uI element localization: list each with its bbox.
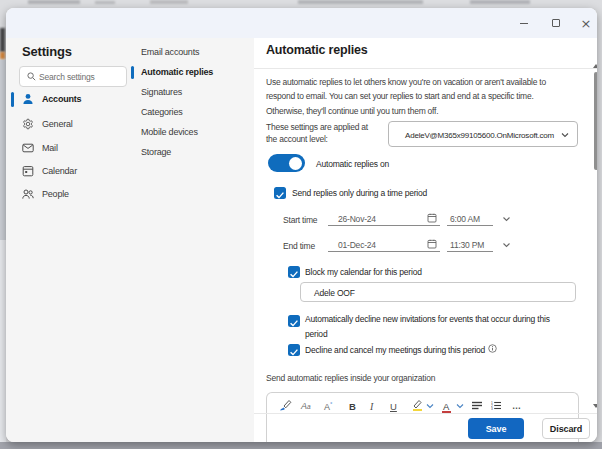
font-color-chevron-icon[interactable] bbox=[456, 403, 464, 409]
end-time-chevron-icon[interactable] bbox=[502, 242, 511, 248]
search-icon bbox=[27, 72, 36, 81]
start-time-field[interactable]: 6:00 AM bbox=[447, 208, 493, 226]
divider bbox=[254, 68, 597, 69]
end-date-field[interactable]: 01-Dec-24 bbox=[328, 234, 440, 252]
inside-org-label: Send automatic replies inside your organ… bbox=[266, 373, 435, 383]
automatic-replies-panel: Automatic replies Use automatic replies … bbox=[254, 38, 597, 442]
chevron-down-icon bbox=[561, 132, 569, 138]
selected-indicator bbox=[11, 92, 14, 107]
background-fragment bbox=[28, 0, 80, 4]
page-title: Automatic replies bbox=[266, 43, 368, 57]
subnav-item-categories[interactable]: Categories bbox=[125, 103, 254, 123]
person-icon bbox=[22, 93, 34, 105]
auto-decline-label: Automatically decline new invitations fo… bbox=[305, 312, 562, 341]
decline-cancel-label: Decline and cancel my meetings during th… bbox=[305, 345, 485, 355]
underline-icon[interactable]: U bbox=[390, 401, 397, 412]
titlebar: × bbox=[6, 8, 597, 38]
subnav-item-signatures[interactable]: Signatures bbox=[125, 83, 254, 103]
font-icon[interactable]: Aa bbox=[301, 401, 311, 411]
bulleted-list-icon[interactable] bbox=[472, 401, 482, 410]
scrollbar-up-arrow[interactable] bbox=[593, 64, 597, 68]
maximize-button[interactable] bbox=[549, 17, 563, 29]
calendar-icon[interactable] bbox=[427, 213, 437, 223]
start-time-chevron-icon[interactable] bbox=[502, 216, 511, 222]
font-size-icon[interactable]: A° bbox=[324, 401, 332, 412]
subnav-item-mobile-devices[interactable]: Mobile devices bbox=[125, 123, 254, 143]
background-fragment bbox=[150, 0, 188, 4]
search-placeholder: Search settings bbox=[39, 72, 95, 82]
mail-icon bbox=[22, 142, 34, 154]
info-icon[interactable] bbox=[488, 344, 497, 353]
calendar-icon bbox=[22, 165, 34, 177]
bold-icon[interactable]: B bbox=[349, 401, 356, 412]
gear-icon bbox=[22, 118, 34, 130]
subnav-item-storage[interactable]: Storage bbox=[125, 143, 254, 163]
end-time-field[interactable]: 11:30 PM bbox=[447, 234, 493, 252]
save-button[interactable]: Save bbox=[468, 418, 524, 439]
background-bottom-strip bbox=[0, 442, 602, 449]
settings-window: × Settings Search settings Accounts Gene… bbox=[6, 8, 597, 442]
svg-text:3: 3 bbox=[491, 407, 493, 410]
start-time-label: Start time bbox=[283, 215, 317, 225]
period-checkbox-label: Send replies only during a time period bbox=[292, 188, 427, 198]
subnav-item-automatic-replies[interactable]: Automatic replies bbox=[125, 63, 254, 83]
period-checkbox[interactable] bbox=[274, 187, 286, 199]
sidebar-item-calendar[interactable]: Calendar bbox=[6, 160, 254, 183]
footer-divider bbox=[254, 413, 597, 414]
end-time-label: End time bbox=[283, 241, 315, 251]
scrollbar-down-arrow[interactable] bbox=[593, 404, 597, 408]
background-fragment bbox=[470, 0, 530, 4]
account-dropdown[interactable]: AdeleV@M365x99105600.OnMicrosoft.com bbox=[388, 121, 578, 147]
subnav-item-email-accounts[interactable]: Email accounts bbox=[125, 43, 254, 63]
account-dropdown-value: AdeleV@M365x99105600.OnMicrosoft.com bbox=[405, 131, 554, 140]
auto-decline-checkbox[interactable] bbox=[288, 315, 300, 327]
toggle-label: Automatic replies on bbox=[316, 159, 389, 169]
calendar-icon[interactable] bbox=[427, 239, 437, 249]
text-highlight-icon[interactable] bbox=[411, 399, 423, 411]
automatic-replies-toggle[interactable] bbox=[268, 154, 305, 172]
scope-label: These settings are applied at the accoun… bbox=[266, 122, 368, 145]
block-calendar-checkbox[interactable] bbox=[288, 266, 300, 278]
event-title-input[interactable]: Adele OOF bbox=[300, 282, 576, 302]
more-options-icon[interactable]: … bbox=[512, 401, 522, 411]
format-painter-icon[interactable] bbox=[278, 399, 292, 412]
minimize-button[interactable] bbox=[517, 17, 531, 29]
reply-editor-toolbar: Aa A° B I U A 123 … bbox=[266, 392, 579, 442]
background-fragment bbox=[0, 52, 5, 59]
start-date-field[interactable]: 26-Nov-24 bbox=[328, 208, 440, 226]
decline-cancel-checkbox[interactable] bbox=[288, 344, 300, 356]
italic-icon[interactable]: I bbox=[370, 401, 373, 412]
block-calendar-label: Block my calendar for this period bbox=[305, 267, 422, 277]
background-fragment bbox=[298, 0, 423, 4]
close-button[interactable]: × bbox=[579, 17, 593, 29]
highlight-chevron-icon[interactable] bbox=[426, 403, 434, 409]
scrollbar-thumb[interactable] bbox=[594, 72, 597, 170]
people-icon bbox=[22, 188, 34, 200]
sidebar-item-people[interactable]: People bbox=[6, 183, 254, 206]
discard-button[interactable]: Discard bbox=[542, 418, 590, 439]
numbered-list-icon[interactable]: 123 bbox=[491, 401, 501, 410]
search-input[interactable]: Search settings bbox=[19, 66, 127, 87]
background-fragment bbox=[95, 1, 115, 4]
settings-nav-pane: Settings Search settings Accounts Genera… bbox=[6, 38, 254, 442]
background-fragment bbox=[0, 28, 5, 52]
selected-indicator bbox=[131, 66, 134, 79]
settings-title: Settings bbox=[22, 44, 72, 59]
description-text: Use automatic replies to let others know… bbox=[266, 75, 562, 118]
